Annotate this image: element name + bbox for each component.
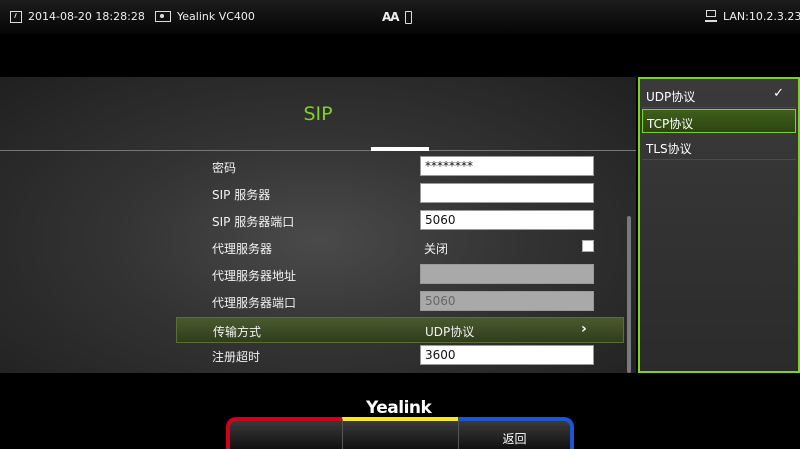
status-bar: 2014-08-20 18:28:28 Yealink VC400 AA LAN… bbox=[0, 0, 800, 34]
scrollbar[interactable] bbox=[627, 216, 631, 373]
title-divider bbox=[0, 150, 636, 151]
password-row[interactable]: 密码 ******** bbox=[176, 154, 624, 180]
option-tcp[interactable]: TCP协议 bbox=[642, 109, 796, 133]
clock-icon bbox=[10, 10, 22, 23]
registration-timeout-label: 注册超时 bbox=[212, 350, 261, 364]
device-name-text: Yealink VC400 bbox=[177, 10, 255, 23]
checkmark-icon: ✓ bbox=[773, 86, 784, 101]
transport-dropdown: UDP协议 ✓ TCP协议 TLS协议 bbox=[638, 77, 800, 373]
softkey-red[interactable] bbox=[226, 417, 342, 449]
chevron-right-icon: › bbox=[581, 321, 587, 337]
title-tab-indicator bbox=[371, 147, 429, 151]
transport-label: 传输方式 bbox=[213, 325, 262, 339]
device-icon bbox=[155, 11, 171, 22]
sip-server-port-input[interactable]: 5060 bbox=[420, 210, 594, 230]
proxy-server-label: 代理服务器 bbox=[212, 242, 273, 256]
proxy-address-row[interactable]: 代理服务器地址 bbox=[176, 262, 624, 288]
proxy-port-input[interactable]: 5060 bbox=[420, 291, 594, 311]
sip-server-port-label: SIP 服务器端口 bbox=[212, 215, 295, 229]
transport-row[interactable]: 传输方式 UDP协议 › bbox=[176, 317, 624, 343]
page-title: SIP bbox=[303, 103, 333, 125]
softkey-bar: 返回 bbox=[226, 417, 574, 449]
proxy-address-label: 代理服务器地址 bbox=[212, 269, 297, 283]
transport-value: UDP协议 bbox=[425, 325, 475, 339]
proxy-port-label: 代理服务器端口 bbox=[212, 296, 297, 310]
proxy-server-value: 关闭 bbox=[424, 242, 449, 256]
registration-timeout-row[interactable]: 注册超时 3600 bbox=[176, 343, 624, 369]
proxy-port-row[interactable]: 代理服务器端口 5060 bbox=[176, 289, 624, 315]
datetime-text: 2014-08-20 18:28:28 bbox=[28, 10, 145, 23]
back-button[interactable]: 返回 bbox=[458, 417, 574, 449]
sip-server-row[interactable]: SIP 服务器 bbox=[176, 181, 624, 207]
proxy-server-checkbox[interactable] bbox=[582, 240, 594, 252]
proxy-server-row[interactable]: 代理服务器 关闭 bbox=[176, 235, 624, 261]
back-button-label: 返回 bbox=[502, 432, 527, 446]
device-name-display: Yealink VC400 bbox=[155, 10, 255, 23]
sip-server-label: SIP 服务器 bbox=[212, 188, 271, 202]
registration-timeout-input[interactable]: 3600 bbox=[420, 345, 594, 365]
sip-settings-panel: SIP 密码 ******** SIP 服务器 SIP 服务器端口 5060 代… bbox=[0, 77, 636, 373]
option-tls-label: TLS协议 bbox=[646, 142, 692, 156]
option-tcp-label: TCP协议 bbox=[647, 117, 694, 131]
datetime-display: 2014-08-20 18:28:28 bbox=[10, 10, 145, 23]
lan-address-text: LAN:10.2.3.234 bbox=[723, 10, 800, 23]
password-label: 密码 bbox=[212, 161, 237, 175]
status-icons: AA bbox=[382, 10, 412, 24]
sip-server-input[interactable] bbox=[420, 183, 594, 203]
network-status: LAN:10.2.3.234 bbox=[705, 10, 800, 23]
usb-icon bbox=[404, 10, 412, 24]
network-icon bbox=[705, 10, 717, 23]
option-tls[interactable]: TLS协议 bbox=[642, 135, 796, 160]
softkey-yellow[interactable] bbox=[342, 417, 458, 449]
password-input[interactable]: ******** bbox=[420, 156, 594, 176]
yealink-logo: Yealink bbox=[366, 398, 432, 418]
option-udp[interactable]: UDP协议 ✓ bbox=[642, 83, 796, 108]
option-udp-label: UDP协议 bbox=[646, 90, 696, 104]
proxy-address-input[interactable] bbox=[420, 264, 594, 284]
font-size-icon: AA bbox=[382, 10, 400, 24]
sip-server-port-row[interactable]: SIP 服务器端口 5060 bbox=[176, 208, 624, 234]
